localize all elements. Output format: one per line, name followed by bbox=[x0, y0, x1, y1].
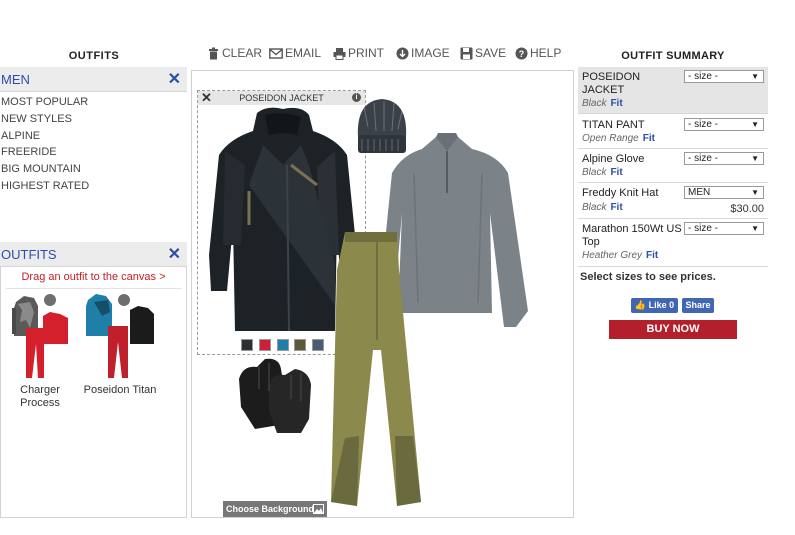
item-price: $30.00 bbox=[730, 203, 764, 215]
size-select[interactable]: - size - ▼ bbox=[684, 70, 764, 83]
summary-row: Marathon 150Wt US Top Heather Grey Fit - … bbox=[578, 219, 768, 267]
save-button[interactable]: SAVE bbox=[460, 46, 506, 60]
category-new-styles[interactable]: NEW STYLES bbox=[1, 111, 89, 128]
trash-icon bbox=[209, 47, 218, 59]
size-select[interactable]: - size - ▼ bbox=[684, 152, 764, 165]
size-select[interactable]: - size - ▼ bbox=[684, 118, 764, 131]
download-circle-icon bbox=[396, 47, 409, 59]
size-select[interactable]: - size - ▼ bbox=[684, 222, 764, 235]
category-big-mountain[interactable]: BIG MOUNTAIN bbox=[1, 161, 89, 178]
item-color: Black Fit bbox=[582, 98, 623, 109]
outfit-summary-heading: OUTFIT SUMMARY bbox=[621, 50, 725, 62]
outfits-label: OUTFITS bbox=[1, 247, 57, 262]
choose-background-button[interactable]: Choose Background bbox=[223, 501, 327, 517]
fit-link[interactable]: Fit bbox=[610, 167, 622, 178]
print-label: PRINT bbox=[348, 46, 384, 60]
dropdown-arrow-icon: ▼ bbox=[751, 224, 759, 233]
help-icon: ? bbox=[515, 47, 528, 59]
summary-row: Freddy Knit Hat Black Fit MEN ▼ $30.00 bbox=[578, 183, 768, 219]
buy-now-button[interactable]: BUY NOW bbox=[609, 320, 737, 339]
dropdown-arrow-icon: ▼ bbox=[751, 188, 759, 197]
swatch-color[interactable] bbox=[277, 339, 289, 351]
save-label: SAVE bbox=[475, 46, 507, 60]
category-freeride[interactable]: FREERIDE bbox=[1, 144, 89, 161]
select-sizes-note: Select sizes to see prices. bbox=[580, 271, 716, 283]
fit-link[interactable]: Fit bbox=[646, 250, 658, 261]
outfit-thumbnail-charger-process[interactable] bbox=[10, 292, 72, 382]
item-color: Black Fit bbox=[582, 202, 623, 213]
swatch-color[interactable] bbox=[294, 339, 306, 351]
dropdown-arrow-icon: ▼ bbox=[751, 72, 759, 81]
outfits-heading: OUTFITS bbox=[68, 50, 120, 62]
clear-button[interactable]: CLEAR bbox=[207, 46, 262, 60]
facebook-like-button[interactable]: 👍 Like 0 bbox=[631, 298, 678, 313]
item-name: Alpine Glove bbox=[582, 153, 645, 165]
item-color: Open Range Fit bbox=[582, 133, 655, 144]
dropdown-arrow-icon: ▼ bbox=[751, 154, 759, 163]
category-highest-rated[interactable]: HIGHEST RATED bbox=[1, 178, 89, 195]
category-list: MOST POPULAR NEW STYLES ALPINE FREERIDE … bbox=[1, 94, 89, 195]
item-name: Marathon 150Wt US Top bbox=[582, 223, 682, 248]
email-label: EMAIL bbox=[285, 46, 322, 60]
envelope-icon bbox=[269, 47, 283, 59]
drag-hint: Drag an outfit to the canvas > bbox=[21, 271, 166, 283]
clear-label: CLEAR bbox=[222, 46, 263, 60]
choose-background-label: Choose Background bbox=[226, 504, 315, 514]
swatch-color[interactable] bbox=[259, 339, 271, 351]
swatch-color[interactable] bbox=[241, 339, 253, 351]
floppy-icon bbox=[460, 47, 473, 59]
outfit-thumbnail-poseidon-titan[interactable] bbox=[84, 292, 156, 382]
category-most-popular[interactable]: MOST POPULAR bbox=[1, 94, 89, 111]
close-icon[interactable]: ✕ bbox=[168, 69, 181, 89]
item-name: Freddy Knit Hat bbox=[582, 187, 659, 199]
close-icon[interactable]: ✕ bbox=[168, 244, 181, 264]
item-color: Black Fit bbox=[582, 167, 623, 178]
fit-link[interactable]: Fit bbox=[610, 202, 622, 213]
printer-icon bbox=[333, 47, 346, 60]
item-name: POSEIDON JACKET bbox=[582, 71, 641, 96]
size-select[interactable]: MEN ▼ bbox=[684, 186, 764, 199]
fit-link[interactable]: Fit bbox=[610, 98, 622, 109]
outfit-image bbox=[86, 294, 154, 378]
category-label: MEN bbox=[1, 72, 30, 87]
category-panel-header[interactable]: MEN ✕ bbox=[0, 67, 187, 92]
help-button[interactable]: ? HELP bbox=[515, 46, 561, 60]
selection-header: ✕ POSEIDON JACKET i bbox=[198, 90, 365, 105]
item-name: TITAN PANT bbox=[582, 119, 645, 131]
fit-link[interactable]: Fit bbox=[643, 133, 655, 144]
summary-row: Alpine Glove Black Fit - size - ▼ bbox=[578, 149, 768, 183]
outfits-panel-header[interactable]: OUTFITS ✕ bbox=[0, 242, 187, 267]
gloves-image[interactable] bbox=[235, 355, 315, 435]
swatch-color[interactable] bbox=[312, 339, 324, 351]
image-button[interactable]: IMAGE bbox=[396, 46, 450, 60]
divider bbox=[6, 288, 182, 289]
thumbs-up-icon: 👍 bbox=[634, 300, 647, 310]
summary-row: TITAN PANT Open Range Fit - size - ▼ bbox=[578, 115, 768, 149]
svg-text:?: ? bbox=[519, 49, 525, 59]
facebook-share-button[interactable]: Share bbox=[682, 298, 714, 313]
category-alpine[interactable]: ALPINE bbox=[1, 128, 89, 145]
outfit-caption: Poseidon Titan bbox=[83, 384, 157, 396]
selected-item-name: POSEIDON JACKET bbox=[239, 93, 324, 103]
summary-row: POSEIDON JACKET Black Fit - size - ▼ bbox=[578, 67, 768, 114]
image-icon bbox=[313, 504, 324, 514]
email-button[interactable]: EMAIL bbox=[269, 46, 321, 60]
image-label: IMAGE bbox=[411, 46, 450, 60]
dropdown-arrow-icon: ▼ bbox=[751, 120, 759, 129]
help-label: HELP bbox=[530, 46, 562, 60]
outfit-image bbox=[12, 294, 68, 378]
pants-image[interactable] bbox=[327, 230, 427, 508]
outfit-caption: Charger Process bbox=[20, 384, 60, 409]
print-button[interactable]: PRINT bbox=[333, 46, 384, 60]
item-color: Heather Grey Fit bbox=[582, 250, 659, 261]
